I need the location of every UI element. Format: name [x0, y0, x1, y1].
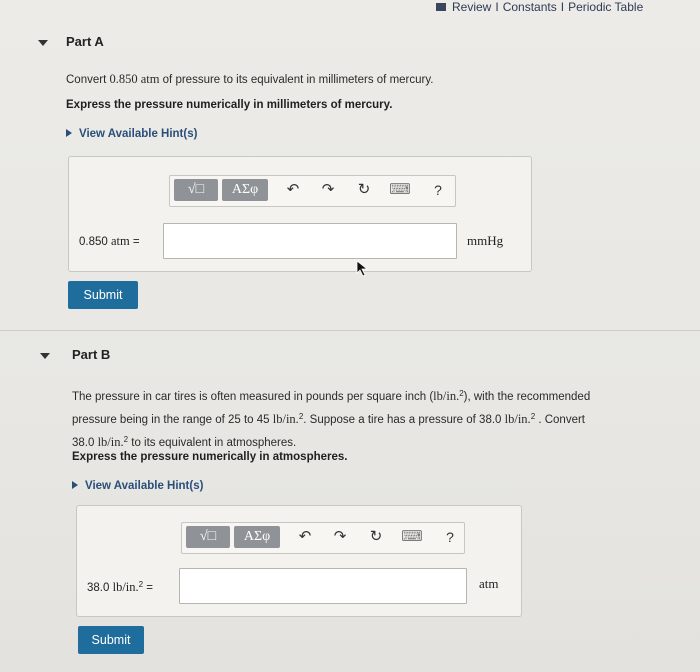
part-b-instruction: Express the pressure numerically in atmo… [72, 451, 348, 463]
part-b-title[interactable]: Part B [72, 347, 110, 362]
redo-icon[interactable]: ↷ [329, 526, 351, 548]
help-icon[interactable]: ? [439, 526, 461, 548]
question-line-2: pressure being in the range of 25 to 45 … [72, 407, 692, 430]
math-toolbar: √□ ΑΣφ ↶ ↷ ↻ ⌨ ? [181, 522, 465, 554]
mouse-cursor-icon [356, 260, 369, 277]
keyboard-icon[interactable]: ⌨ [389, 179, 411, 201]
caret-down-icon[interactable] [40, 353, 50, 359]
unit-text: lb/in. [272, 412, 299, 426]
part-b-question: The pressure in car tires is often measu… [72, 384, 692, 453]
part-a-answer-box: √□ ΑΣφ ↶ ↷ ↻ ⌨ ? 0.850 atm = mmHg [68, 156, 532, 272]
part-a-question: Convert 0.850 atm of pressure to its equ… [66, 70, 433, 90]
label-equals: = [143, 582, 154, 594]
text: . Convert [535, 414, 585, 426]
text: pressure being in the range of 25 to 45 [72, 414, 273, 426]
math-toolbar: √□ ΑΣφ ↶ ↷ ↻ ⌨ ? [169, 175, 456, 207]
divider [0, 330, 700, 331]
constants-link[interactable]: Constants [503, 0, 557, 14]
part-a-unit: mmHg [467, 233, 504, 248]
question-text: of pressure to its equivalent in millime… [159, 74, 434, 86]
symbols-button[interactable]: ΑΣφ [222, 179, 268, 201]
part-b-hint-link[interactable]: View Available Hint(s) [72, 480, 203, 492]
part-b-submit-button[interactable]: Submit [78, 626, 144, 654]
part-b-answer-box: √□ ΑΣφ ↶ ↷ ↻ ⌨ ? 38.0 lb/in.2 = atm [76, 505, 522, 617]
undo-icon[interactable]: ↶ [282, 179, 304, 201]
label-unit: atm [110, 234, 130, 248]
label-equals: = [129, 236, 140, 248]
hint-label: View Available Hint(s) [85, 480, 204, 492]
part-b-answer-input[interactable] [179, 568, 467, 604]
text: The pressure in car tires is often measu… [72, 391, 434, 403]
question-value: 0.850 atm [109, 72, 160, 86]
hint-label: View Available Hint(s) [79, 128, 198, 140]
separator: I [560, 0, 565, 14]
label-value: 38.0 [87, 582, 110, 594]
text: ), with the recommended [463, 391, 591, 403]
part-a-instruction: Express the pressure numerically in mill… [66, 99, 393, 111]
part-a-hint-link[interactable]: View Available Hint(s) [66, 128, 197, 140]
page: Review I Constants I Periodic Table Part A C… [0, 0, 700, 672]
symbols-button[interactable]: ΑΣφ [234, 526, 280, 548]
reset-icon[interactable]: ↻ [365, 526, 387, 548]
separator: I [495, 0, 499, 14]
templates-button[interactable]: √□ [186, 526, 230, 548]
expand-triangle-icon [72, 481, 78, 489]
top-links: Review I Constants I Periodic Table [436, 0, 643, 14]
unit-text: lb/in. [504, 412, 531, 426]
expand-triangle-icon [66, 129, 72, 137]
reset-icon[interactable]: ↻ [353, 179, 375, 201]
part-a-title[interactable]: Part A [66, 34, 104, 49]
unit-text: lb/in. [433, 389, 460, 403]
review-link[interactable]: Review [452, 0, 491, 14]
label-value: 0.850 [79, 236, 108, 248]
part-b-unit: atm [479, 576, 499, 591]
keyboard-icon[interactable]: ⌨ [401, 526, 423, 548]
label-unit: lb/in. [112, 580, 139, 594]
part-a-equation-label: 0.850 atm = [79, 234, 140, 249]
question-line-1: The pressure in car tires is often measu… [72, 384, 692, 407]
redo-icon[interactable]: ↷ [317, 179, 339, 201]
book-icon [436, 3, 446, 11]
part-b-equation-label: 38.0 lb/in.2 = [87, 580, 153, 595]
question-text: Convert [66, 74, 110, 86]
unit-text: lb/in. [97, 435, 124, 449]
part-a-answer-input[interactable] [163, 223, 457, 259]
undo-icon[interactable]: ↶ [294, 526, 316, 548]
templates-button[interactable]: √□ [174, 179, 218, 201]
periodic-table-link[interactable]: Periodic Table [568, 0, 643, 14]
text: . Suppose a tire has a pressure of 38.0 [303, 414, 505, 426]
help-icon[interactable]: ? [427, 179, 449, 201]
part-a-submit-button[interactable]: Submit [68, 281, 138, 309]
caret-down-icon[interactable] [38, 40, 48, 46]
